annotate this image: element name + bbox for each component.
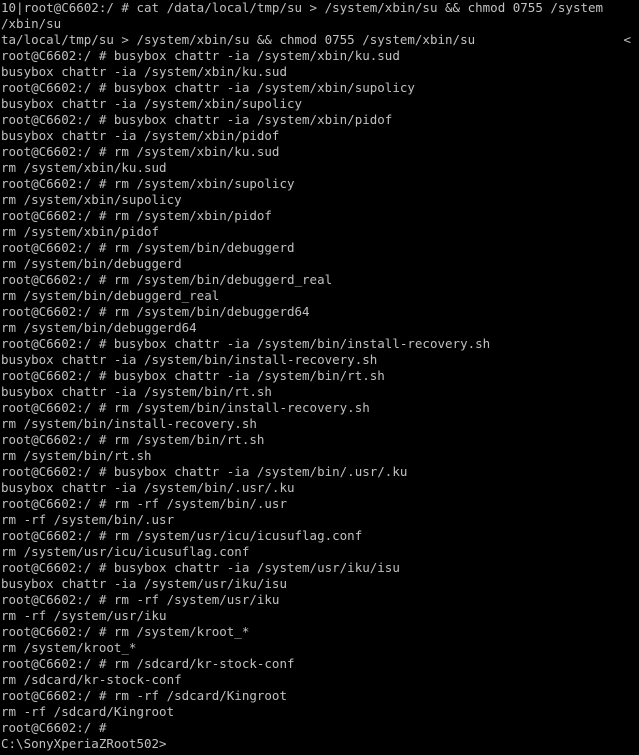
terminal-line: busybox chattr -ia /system/bin/install-r… [1, 352, 378, 367]
terminal-line: rm /system/bin/debuggerd_real [1, 288, 220, 303]
terminal-line: busybox chattr -ia /system/usr/iku/isu [1, 576, 287, 591]
terminal-line: root@C6602:/ # busybox chattr -ia /syste… [1, 336, 491, 351]
terminal-line: root@C6602:/ # rm /sdcard/kr-stock-conf [1, 656, 295, 671]
terminal-line: rm /system/bin/debuggerd [1, 256, 182, 271]
terminal-line: root@C6602:/ # rm -rf /sdcard/Kingroot [1, 688, 287, 703]
host-command-prompt[interactable]: C:\SonyXperiaZRoot502> [0, 736, 639, 752]
terminal-line: root@C6602:/ # rm /system/bin/debuggerd [1, 240, 295, 255]
terminal-line: root@C6602:/ # rm /system/bin/debuggerd6… [1, 304, 310, 319]
terminal-line: root@C6602:/ # rm /system/xbin/pidof [1, 208, 272, 223]
terminal-line: root@C6602:/ # rm -rf /system/usr/iku [1, 592, 280, 607]
terminal-line: rm -rf /system/usr/iku [1, 608, 167, 623]
terminal-line: root@C6602:/ # rm /system/kroot_* [1, 624, 250, 639]
terminal-line: rm /sdcard/kr-stock-conf [1, 672, 182, 687]
terminal-line: busybox chattr -ia /system/bin/rt.sh [1, 384, 272, 399]
terminal-line: root@C6602:/ # [1, 720, 107, 735]
terminal-line: root@C6602:/ # busybox chattr -ia /syste… [1, 368, 385, 383]
terminal-line: rm /system/bin/rt.sh [1, 448, 152, 463]
terminal-line: rm -rf /sdcard/Kingroot [1, 704, 175, 719]
terminal-line: root@C6602:/ # rm /system/xbin/supolicy [1, 176, 295, 191]
terminal-line: busybox chattr -ia /system/xbin/pidof [1, 128, 280, 143]
terminal-line: root@C6602:/ # rm /system/usr/icu/icusuf… [1, 528, 363, 543]
terminal-line: root@C6602:/ # rm /system/bin/rt.sh [1, 432, 265, 447]
terminal-line: rm /system/bin/debuggerd64 [1, 320, 197, 335]
terminal-line: root@C6602:/ # rm /system/xbin/ku.sud [1, 144, 280, 159]
terminal-line: root@C6602:/ # busybox chattr -ia /syste… [1, 464, 408, 479]
terminal-window[interactable]: 10|root@C6602:/ # cat /data/local/tmp/su… [0, 0, 639, 755]
terminal-line: rm /system/xbin/supolicy [1, 192, 182, 207]
terminal-line: root@C6602:/ # busybox chattr -ia /syste… [1, 560, 400, 575]
terminal-line: root@C6602:/ # rm -rf /system/bin/.usr [1, 496, 287, 511]
terminal-line: 10|root@C6602:/ # cat /data/local/tmp/su… [1, 0, 604, 15]
terminal-line: busybox chattr -ia /system/bin/.usr/.ku [1, 480, 295, 495]
terminal-line: busybox chattr -ia /system/xbin/ku.sud [1, 64, 287, 79]
line-wrap-marker: < [623, 32, 631, 47]
terminal-line: root@C6602:/ # busybox chattr -ia /syste… [1, 80, 415, 95]
terminal-line: rm /system/kroot_* [1, 640, 137, 655]
terminal-line: rm /system/usr/icu/icusuflag.conf [1, 544, 250, 559]
terminal-line: rm -rf /system/bin/.usr [1, 512, 175, 527]
terminal-line: root@C6602:/ # busybox chattr -ia /syste… [1, 112, 393, 127]
terminal-line: rm /system/bin/install-recovery.sh [1, 416, 257, 431]
terminal-line: busybox chattr -ia /system/xbin/supolicy [1, 96, 303, 111]
terminal-line: rm /system/xbin/ku.sud [1, 160, 167, 175]
terminal-line: ta/local/tmp/su > /system/xbin/su && chm… [1, 32, 476, 47]
terminal-line: root@C6602:/ # rm /system/bin/debuggerd_… [1, 272, 333, 287]
terminal-line: rm /system/xbin/pidof [1, 224, 160, 239]
terminal-line: root@C6602:/ # rm /system/bin/install-re… [1, 400, 370, 415]
terminal-line: root@C6602:/ # busybox chattr -ia /syste… [1, 48, 400, 63]
terminal-line: /xbin/su [1, 16, 62, 31]
